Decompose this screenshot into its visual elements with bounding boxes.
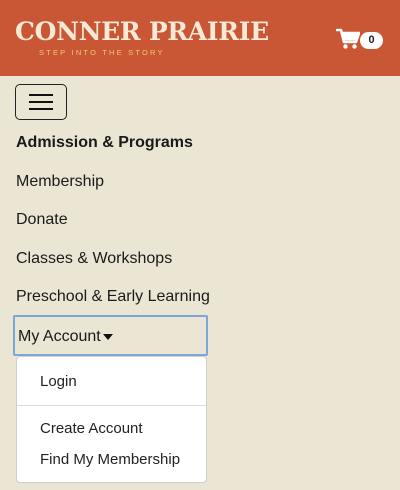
nav-item-preschool[interactable]: Preschool & Early Learning: [16, 288, 210, 306]
nav-item-membership[interactable]: Membership: [16, 173, 104, 191]
account-dropdown-menu: Login Create Account Find My Membership: [16, 356, 207, 483]
cart-button[interactable]: 0: [336, 27, 386, 53]
logo-tagline: STEP INTO THE STORY: [39, 48, 165, 57]
my-account-label: My Account: [18, 328, 101, 345]
nav-item-classes-workshops[interactable]: Classes & Workshops: [16, 250, 172, 268]
dropdown-item-login[interactable]: Login: [40, 373, 77, 390]
cart-count-badge: 0: [360, 32, 383, 49]
site-logo[interactable]: CONNER PRAIRIE: [15, 17, 269, 46]
dropdown-item-find-membership[interactable]: Find My Membership: [40, 451, 180, 468]
nav-item-donate[interactable]: Donate: [16, 211, 68, 229]
nav-item-my-account[interactable]: My Account: [13, 315, 208, 356]
caret-down-icon: [103, 334, 113, 340]
menu-toggle-button[interactable]: [15, 84, 67, 120]
site-header: CONNER PRAIRIE STEP INTO THE STORY 0: [0, 0, 400, 76]
dropdown-item-create-account[interactable]: Create Account: [40, 420, 143, 437]
shopping-cart-icon: [336, 28, 360, 49]
nav-item-admission-programs[interactable]: Admission & Programs: [16, 134, 193, 152]
dropdown-divider: [17, 405, 206, 406]
